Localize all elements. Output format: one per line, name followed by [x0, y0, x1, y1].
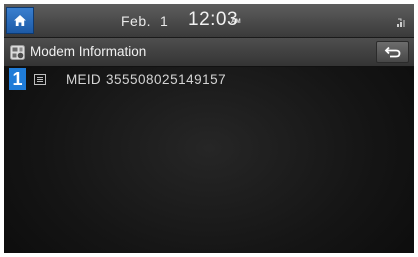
home-button[interactable]: [6, 7, 34, 34]
back-button[interactable]: [376, 41, 409, 63]
signal-strength-icon: [397, 18, 405, 27]
clock-ampm: AM: [231, 19, 241, 25]
status-bar: Feb. 1 12:03 AM: [4, 4, 414, 38]
date-display: Feb. 1: [121, 13, 168, 29]
list-item-value: 355508025149157: [106, 72, 227, 87]
list-item-key: MEID: [66, 72, 101, 87]
modem-info-icon: [10, 45, 25, 60]
list-item-number: 1: [9, 68, 26, 90]
home-icon: [14, 15, 26, 26]
screen: Feb. 1 12:03 AM Modem Information 1 MEID…: [4, 4, 414, 253]
title-bar: Modem Information: [4, 38, 414, 67]
list-item-icon: [34, 74, 46, 85]
device-frame: Feb. 1 12:03 AM Modem Information 1 MEID…: [0, 0, 418, 257]
date-month: Feb.: [121, 13, 152, 29]
page-title: Modem Information: [30, 44, 147, 59]
back-arrow-icon: [384, 46, 400, 58]
date-day: 1: [160, 13, 169, 29]
list-item: 1 MEID 355508025149157: [4, 67, 414, 93]
